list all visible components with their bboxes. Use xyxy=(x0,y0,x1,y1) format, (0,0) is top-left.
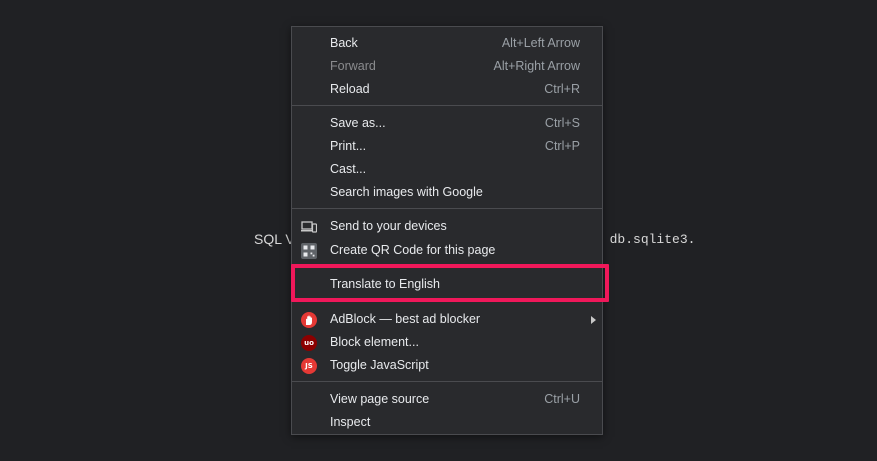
submenu-arrow-icon xyxy=(591,316,596,324)
menu-item-print[interactable]: Print... Ctrl+P xyxy=(292,135,602,158)
menu-item-shortcut: Ctrl+S xyxy=(544,116,580,130)
menu-item-label: Inspect xyxy=(330,415,371,429)
menu-item-shortcut: Alt+Right Arrow xyxy=(493,59,581,73)
menu-item-label: Forward xyxy=(330,59,376,73)
page: SQL V g db.sqlite3. Back Alt+Left Arrow … xyxy=(0,0,877,461)
menu-item-back[interactable]: Back Alt+Left Arrow xyxy=(292,32,602,55)
highlight-box xyxy=(291,264,609,302)
menu-item-label: Save as... xyxy=(330,116,386,130)
menu-item-label: View page source xyxy=(330,392,430,406)
menu-item-view-page-source[interactable]: View page source Ctrl+U xyxy=(292,388,602,411)
qr-code-icon xyxy=(301,243,317,259)
menu-item-label: AdBlock — best ad blocker xyxy=(330,312,481,326)
menu-item-cast[interactable]: Cast... xyxy=(292,158,602,181)
menu-item-shortcut: Ctrl+R xyxy=(544,82,580,96)
menu-item-send-to-devices[interactable]: Send to your devices xyxy=(292,215,602,238)
menu-item-block-element[interactable]: uo Block element... xyxy=(292,331,602,354)
javascript-toggle-icon: JS xyxy=(301,358,317,374)
menu-item-label: Cast... xyxy=(330,162,367,176)
background-text-left: SQL V xyxy=(254,231,295,247)
menu-separator xyxy=(292,208,602,209)
menu-item-reload[interactable]: Reload Ctrl+R xyxy=(292,78,602,101)
background-text-right: g db.sqlite3. xyxy=(594,232,695,247)
menu-item-label: Create QR Code for this page xyxy=(330,243,496,257)
menu-separator xyxy=(292,105,602,106)
menu-item-toggle-javascript[interactable]: JS Toggle JavaScript xyxy=(292,354,602,377)
menu-item-label: Back xyxy=(330,36,358,50)
menu-item-label: Search images with Google xyxy=(330,185,483,199)
background-text-filename: db.sqlite3. xyxy=(601,232,696,247)
menu-item-label: Send to your devices xyxy=(330,219,447,233)
menu-item-save-as[interactable]: Save as... Ctrl+S xyxy=(292,112,602,135)
menu-item-create-qr-code[interactable]: Create QR Code for this page xyxy=(292,239,602,262)
menu-item-inspect[interactable]: Inspect xyxy=(292,411,602,434)
menu-item-search-images-google[interactable]: Search images with Google xyxy=(292,181,602,204)
menu-item-label: Reload xyxy=(330,82,370,96)
menu-item-shortcut: Ctrl+P xyxy=(544,139,580,153)
devices-icon xyxy=(301,219,318,235)
menu-item-label: Print... xyxy=(330,139,367,153)
menu-item-label: Toggle JavaScript xyxy=(330,358,429,372)
menu-item-adblock[interactable]: AdBlock — best ad blocker xyxy=(292,308,602,331)
ublock-origin-icon: uo xyxy=(301,335,317,351)
context-menu: Back Alt+Left Arrow Forward Alt+Right Ar… xyxy=(291,26,603,435)
menu-item-forward: Forward Alt+Right Arrow xyxy=(292,55,602,78)
adblock-hand-icon xyxy=(301,312,317,328)
menu-separator xyxy=(292,381,602,382)
menu-item-shortcut: Alt+Left Arrow xyxy=(501,36,580,50)
menu-item-shortcut: Ctrl+U xyxy=(544,392,580,406)
menu-item-label: Block element... xyxy=(330,335,419,349)
